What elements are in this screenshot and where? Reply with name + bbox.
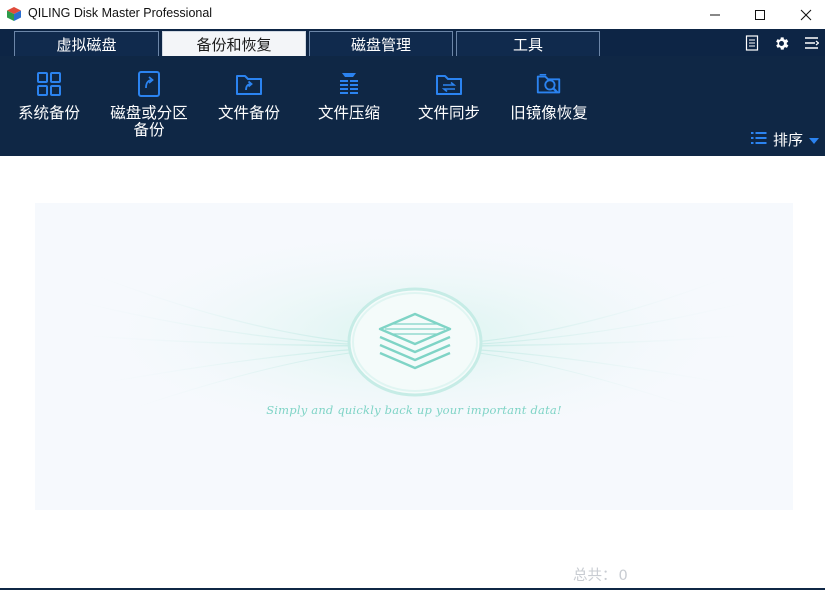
old-image-restore-button[interactable]: 旧镜像恢复 [499,70,599,122]
old-image-restore-icon [535,70,563,98]
tab-label: 虚拟磁盘 [56,35,117,54]
tab-label: 工具 [512,35,543,54]
log-icon[interactable] [742,33,762,53]
disk-partition-backup-button[interactable]: 磁盘或分区 备份 [99,70,199,139]
file-sync-button[interactable]: 文件同步 [399,70,499,122]
caret-down-icon [809,131,819,149]
tab-bar: 虚拟磁盘 备份和恢复 磁盘管理 工具 [0,29,825,56]
tool-label: 文件备份 [217,104,280,122]
tab-tools[interactable]: 工具 [456,31,600,56]
file-compress-icon [335,70,363,98]
system-backup-button[interactable]: 系统备份 [0,70,99,122]
tab-label: 备份和恢复 [196,35,272,54]
maximize-button[interactable] [737,0,783,29]
sort-button[interactable]: 排序 [750,129,819,150]
title-bar: QILING Disk Master Professional [0,0,825,29]
empty-state-tagline: Simply and quickly back up your importan… [266,403,562,417]
file-backup-icon [235,70,263,98]
menu-icon[interactable] [801,33,821,53]
toolbar: 系统备份 磁盘或分区 备份 文件备份 文件压缩 文件同步 旧镜像恢复 排序 [0,56,825,156]
empty-state-panel: Simply and quickly back up your importan… [35,203,793,510]
disk-partition-backup-icon [135,70,163,98]
file-sync-icon [435,70,463,98]
main-area: Simply and quickly back up your importan… [0,156,825,590]
system-backup-icon [35,70,63,98]
file-backup-button[interactable]: 文件备份 [199,70,299,122]
app-logo-icon [6,6,22,22]
close-button[interactable] [783,0,825,29]
tool-label: 系统备份 [17,104,80,122]
tab-virtual-disk[interactable]: 虚拟磁盘 [14,31,159,56]
tool-label: 磁盘或分区 [110,104,188,122]
tool-label: 文件同步 [417,104,480,122]
gear-icon[interactable] [771,33,791,53]
window-title: QILING Disk Master Professional [28,6,213,20]
sort-label: 排序 [772,131,803,149]
total-label: 总共： [573,568,617,584]
tool-label-line2: 备份 [133,121,165,139]
tool-label: 文件压缩 [317,104,380,122]
total-value: 0 [618,568,628,584]
file-compress-button[interactable]: 文件压缩 [299,70,399,122]
list-icon [750,131,767,149]
tab-disk-management[interactable]: 磁盘管理 [309,31,453,56]
tab-backup-restore[interactable]: 备份和恢复 [162,31,306,56]
empty-state-graphic [44,233,784,453]
tool-label: 旧镜像恢复 [510,104,588,122]
total-count: 总共： 0 [571,564,628,585]
tab-label: 磁盘管理 [350,35,411,54]
minimize-button[interactable] [692,0,738,29]
